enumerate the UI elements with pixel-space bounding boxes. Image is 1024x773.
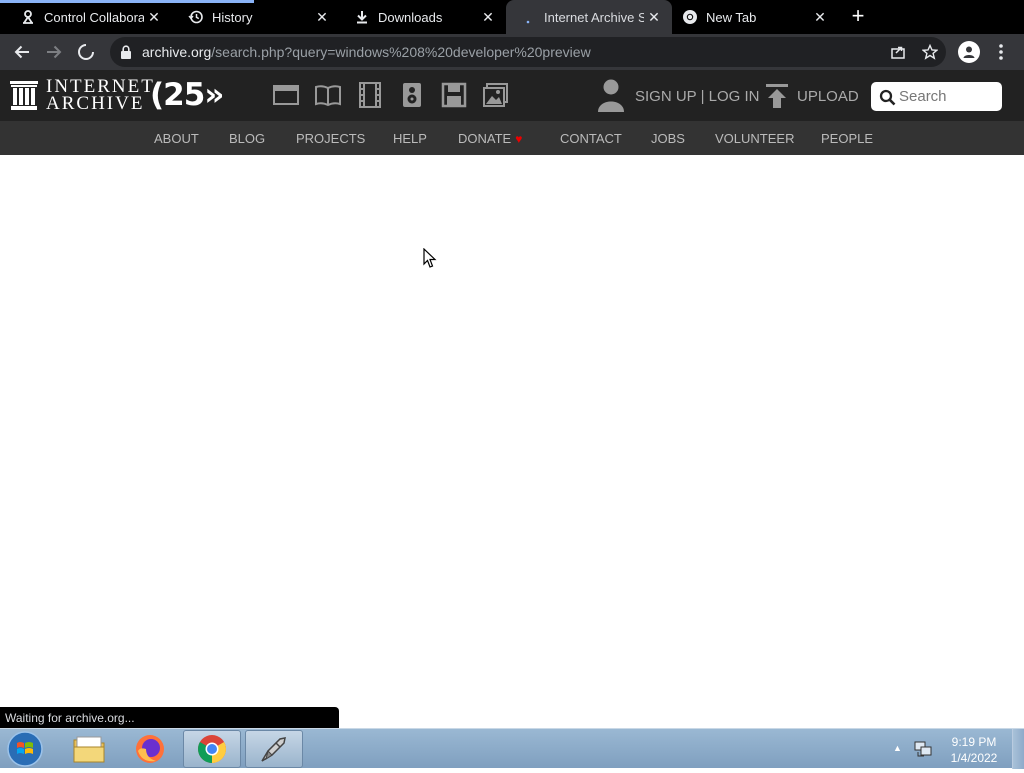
lock-icon[interactable] <box>120 45 132 59</box>
url-host: archive.org <box>142 44 212 60</box>
close-tab-icon[interactable]: ✕ <box>812 9 828 25</box>
tab-downloads[interactable]: Downloads ✕ <box>340 0 506 34</box>
ia-logo-text: INTERNET ARCHIVE <box>46 77 155 114</box>
anniversary-number: 25 <box>163 77 205 113</box>
nav-projects[interactable]: PROJECTS <box>296 131 365 146</box>
taskbar-remote-app[interactable] <box>245 730 303 768</box>
file-explorer-icon <box>73 736 105 763</box>
status-bubble: Waiting for archive.org... <box>0 707 339 728</box>
download-icon <box>354 9 370 25</box>
ia-top-bar: INTERNET ARCHIVE (25» SIGN UP | LOG IN U… <box>0 70 1024 121</box>
tab-control-collaboration[interactable]: Control Collaborati ✕ <box>0 0 172 34</box>
nav-donate[interactable]: DONATE ♥ <box>458 131 522 146</box>
forward-button[interactable] <box>42 40 66 64</box>
network-icon[interactable] <box>914 740 932 758</box>
archive-building-icon <box>10 81 38 110</box>
close-tab-icon[interactable]: ✕ <box>646 9 662 25</box>
ia-search-box[interactable] <box>871 82 1002 111</box>
taskbar-firefox[interactable] <box>121 730 179 768</box>
history-icon <box>188 9 204 25</box>
nav-about[interactable]: ABOUT <box>154 131 199 146</box>
remote-app-icon <box>261 737 286 762</box>
url-text: archive.org/search.php?query=windows%208… <box>142 44 591 60</box>
user-account-icon[interactable] <box>596 78 626 112</box>
tab-title: New Tab <box>706 9 757 25</box>
nav-help[interactable]: HELP <box>393 131 427 146</box>
close-tab-icon[interactable]: ✕ <box>480 9 496 25</box>
clock-time: 9:19 PM <box>951 735 997 749</box>
nav-donate-label: DONATE <box>458 131 512 146</box>
taskbar-chrome[interactable] <box>183 730 241 768</box>
ia-nav-bar: ABOUT BLOG PROJECTS HELP DONATE ♥ CONTACT… <box>0 121 1024 155</box>
anniversary-c: ( <box>150 77 164 113</box>
nav-volunteer[interactable]: VOLUNTEER <box>715 131 794 146</box>
profile-icon <box>963 46 975 58</box>
close-tab-icon[interactable]: ✕ <box>146 9 162 25</box>
video-icon[interactable] <box>357 82 383 108</box>
windows-taskbar: ▲ 9:19 PM 1/4/2022 <box>0 728 1024 769</box>
nav-contact[interactable]: CONTACT <box>560 131 622 146</box>
stop-loading-button[interactable] <box>74 40 98 64</box>
address-bar[interactable]: archive.org/search.php?query=windows%208… <box>110 37 946 67</box>
loading-spinner-icon <box>78 44 94 60</box>
menu-kebab-icon[interactable] <box>998 42 1004 62</box>
chrome-icon <box>198 735 226 763</box>
tab-title: Downloads <box>378 9 443 25</box>
anniversary-logo[interactable]: (25» <box>150 77 224 113</box>
new-tab-button[interactable]: + <box>848 5 868 27</box>
close-tab-icon[interactable]: ✕ <box>314 9 330 25</box>
texts-icon[interactable] <box>315 82 341 108</box>
page-content <box>0 155 1024 728</box>
windows-start-orb-icon <box>7 731 43 767</box>
loading-icon <box>520 9 536 25</box>
profile-avatar-button[interactable] <box>958 41 980 63</box>
software-icon[interactable] <box>441 82 467 108</box>
images-icon[interactable] <box>483 82 509 108</box>
show-desktop-button[interactable] <box>1012 729 1024 769</box>
firefox-icon <box>136 735 164 763</box>
chrome-icon <box>682 9 698 25</box>
nav-blog[interactable]: BLOG <box>229 131 265 146</box>
browser-tab-strip: Control Collaborati ✕ History ✕ Download… <box>0 0 1024 34</box>
tab-title: Internet Archive Se <box>544 9 644 25</box>
heart-icon: ♥ <box>515 132 523 146</box>
webhook-icon <box>20 9 36 25</box>
tab-title: Control Collaborati <box>44 9 144 25</box>
start-button[interactable] <box>6 730 46 768</box>
search-icon[interactable] <box>879 89 896 106</box>
share-icon[interactable] <box>890 44 906 60</box>
upload-link[interactable]: UPLOAD <box>797 88 859 105</box>
forward-arrow-icon <box>47 45 62 59</box>
upload-icon[interactable] <box>766 84 788 108</box>
signup-login-link[interactable]: SIGN UP | LOG IN <box>635 88 759 105</box>
bookmark-star-icon[interactable] <box>922 44 938 60</box>
tab-internet-archive-search[interactable]: Internet Archive Se ✕ <box>506 0 672 34</box>
nav-people[interactable]: PEOPLE <box>821 131 873 146</box>
ia-search-input[interactable] <box>899 86 997 107</box>
system-clock[interactable]: 9:19 PM 1/4/2022 <box>944 734 1004 766</box>
nav-jobs[interactable]: JOBS <box>651 131 685 146</box>
url-path: /search.php?query=windows%208%20develope… <box>211 44 591 60</box>
logo-line-2: ARCHIVE <box>46 93 145 114</box>
mouse-cursor-icon <box>423 248 437 268</box>
web-icon[interactable] <box>273 82 299 108</box>
ia-logo[interactable]: INTERNET ARCHIVE <box>10 77 155 114</box>
audio-icon[interactable] <box>399 82 425 108</box>
back-arrow-icon <box>14 45 29 59</box>
back-button[interactable] <box>10 40 34 64</box>
tab-history[interactable]: History ✕ <box>172 0 340 34</box>
browser-toolbar: archive.org/search.php?query=windows%208… <box>0 34 1024 70</box>
show-hidden-icons-arrow[interactable]: ▲ <box>893 743 902 753</box>
tab-title: History <box>212 9 253 25</box>
clock-date: 1/4/2022 <box>950 751 998 765</box>
tab-new-tab[interactable]: New Tab ✕ <box>672 0 838 34</box>
anniversary-arrows: » <box>204 77 224 113</box>
taskbar-file-explorer[interactable] <box>60 730 118 768</box>
